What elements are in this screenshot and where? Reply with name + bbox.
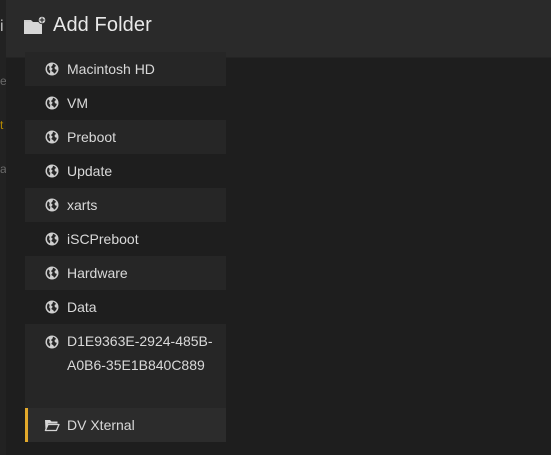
globe-icon — [44, 334, 60, 350]
folder-item[interactable]: VM — [25, 86, 226, 120]
folder-list: Macintosh HD VM Preboot Update xarts iSCPrebo… — [25, 52, 226, 442]
folder-item-label: iSCPreboot — [67, 231, 139, 247]
folder-add-icon — [23, 15, 47, 37]
background-glyph: t — [0, 118, 4, 132]
folder-item[interactable]: xarts — [25, 188, 226, 222]
folder-item[interactable]: D1E9363E-2924-485B-A0B6-35E1B840C889 — [25, 324, 226, 408]
globe-icon — [44, 299, 60, 315]
app-window: i e t a Add Folder Macintosh HD VM Preboot… — [0, 0, 551, 455]
folder-item-label: xarts — [67, 197, 98, 213]
folder-item[interactable]: Macintosh HD — [25, 52, 226, 86]
globe-icon — [44, 129, 60, 145]
dialog-header: Add Folder — [6, 0, 551, 58]
folder-item-label: VM — [67, 95, 88, 111]
background-glyph: i — [0, 18, 4, 35]
folder-item-label: Macintosh HD — [67, 61, 155, 77]
folder-item[interactable]: Preboot — [25, 120, 226, 154]
globe-icon — [44, 231, 60, 247]
folder-item[interactable]: DV Xternal — [25, 408, 226, 442]
folder-item-label: Preboot — [67, 129, 117, 145]
add-folder-dialog: Add Folder Macintosh HD VM Preboot Update xa… — [6, 0, 551, 455]
folder-item-label: Update — [67, 163, 113, 179]
folder-item[interactable]: iSCPreboot — [25, 222, 226, 256]
folder-item-label: DV Xternal — [67, 417, 135, 433]
folder-item[interactable]: Data — [25, 290, 226, 324]
folder-item-label: Data — [67, 299, 97, 315]
globe-icon — [44, 61, 60, 77]
globe-icon — [44, 265, 60, 281]
dialog-title: Add Folder — [53, 14, 152, 36]
folder-item-label: Hardware — [67, 265, 128, 281]
folder-open-icon — [44, 417, 60, 433]
folder-item[interactable]: Update — [25, 154, 226, 188]
folder-item[interactable]: Hardware — [25, 256, 226, 290]
globe-icon — [44, 163, 60, 179]
globe-icon — [44, 95, 60, 111]
folder-item-label: D1E9363E-2924-485B-A0B6-35E1B840C889 — [67, 333, 213, 373]
globe-icon — [44, 197, 60, 213]
